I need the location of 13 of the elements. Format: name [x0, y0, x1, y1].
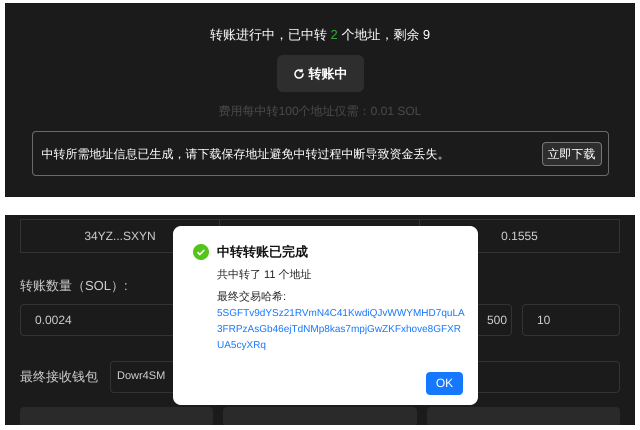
- success-check-icon: [193, 244, 209, 260]
- wallet-label: 最终接收钱包: [20, 368, 98, 386]
- dialog-title: 中转转账已完成: [217, 243, 308, 261]
- summary-text: 共中转了 11 个地址: [217, 268, 312, 282]
- input-field[interactable]: 10: [522, 304, 620, 336]
- download-button[interactable]: 立即下载: [542, 142, 602, 166]
- amount-label: 转账数量（SOL）:: [20, 277, 128, 295]
- alert-message: 中转所需地址信息已生成，请下载保存地址避免中转过程中断导致资金丢失。: [42, 146, 450, 162]
- hash-label: 最终交易哈希:: [217, 290, 286, 305]
- reload-icon: [292, 68, 304, 80]
- status-text: 转账进行中，已中转 2 个地址，剩余 9: [210, 26, 430, 44]
- ok-button[interactable]: OK: [426, 372, 463, 394]
- transferring-button[interactable]: 转账中: [276, 55, 364, 92]
